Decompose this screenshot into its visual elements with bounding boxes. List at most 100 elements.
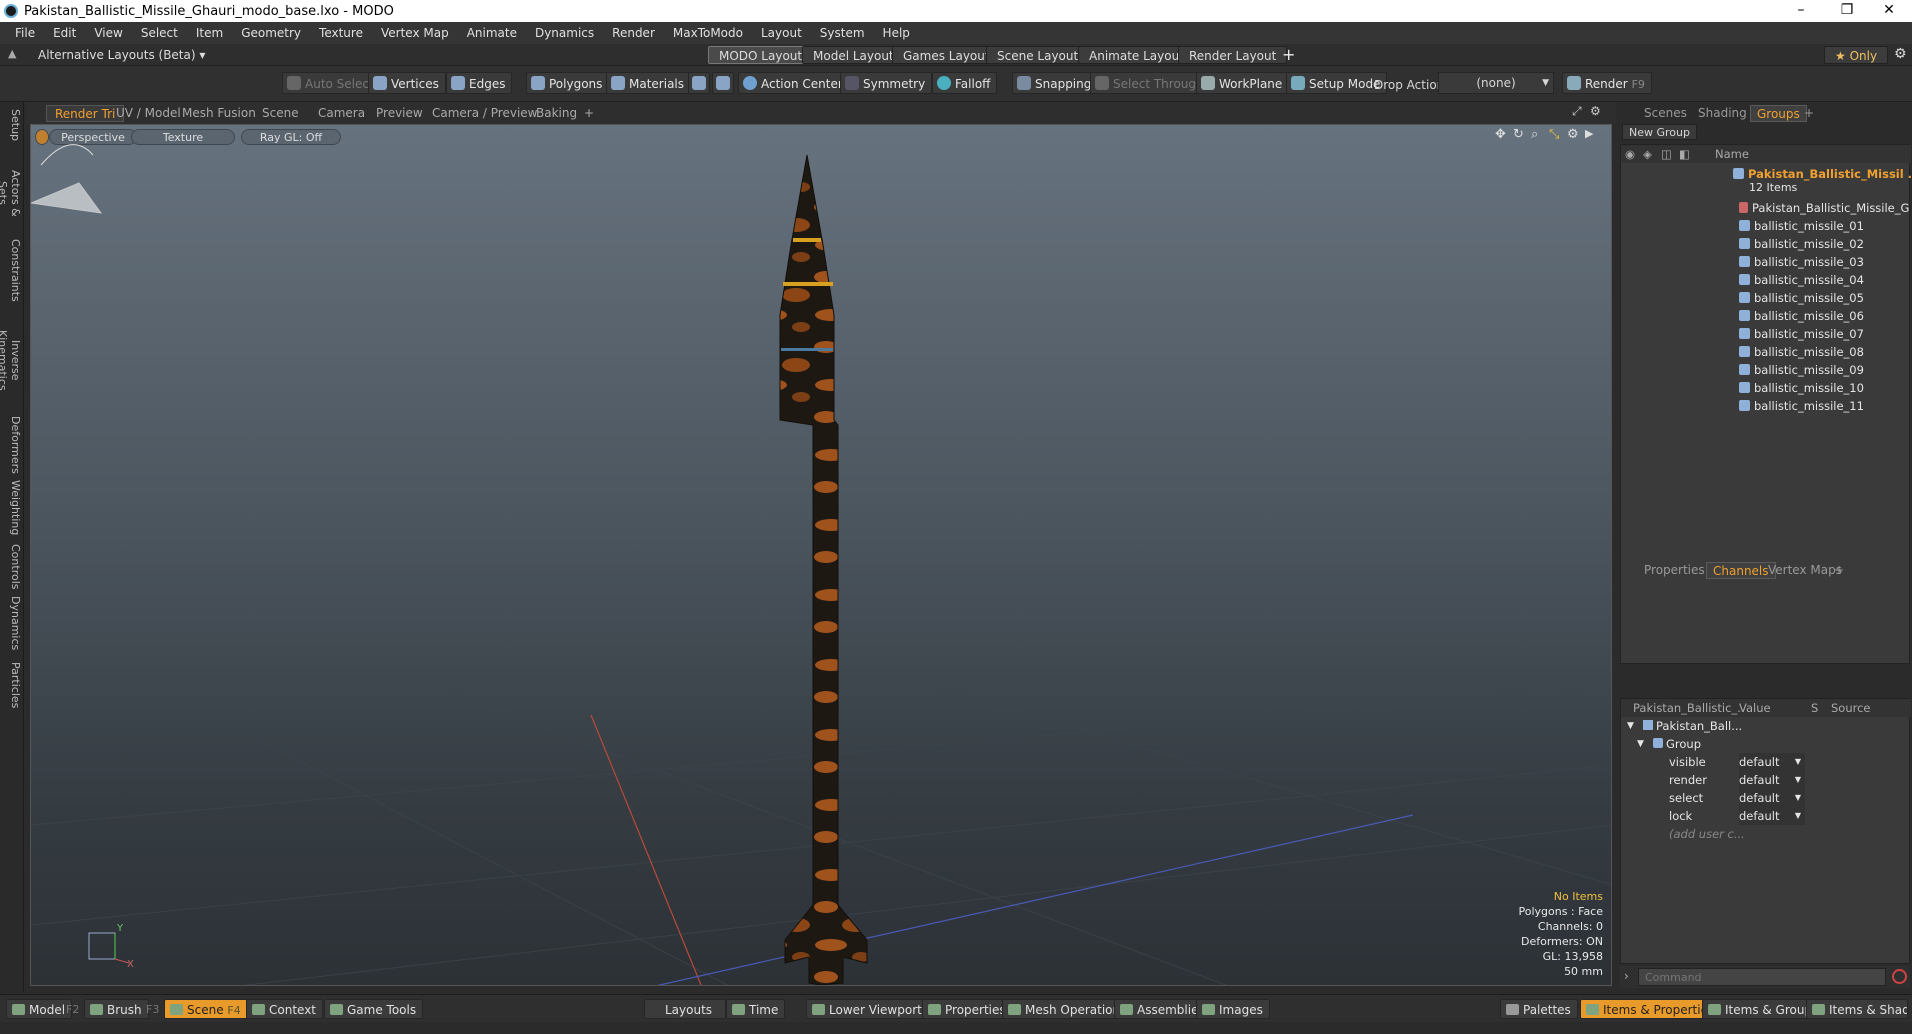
tab-games-layout[interactable]: Games Layout — [892, 46, 1001, 64]
menu-view[interactable]: View — [85, 26, 131, 40]
minimize-button[interactable]: – — [1778, 0, 1824, 22]
group-mesh-row[interactable]: ballistic_missile_04 — [1621, 271, 1911, 289]
tab-scenes[interactable]: Scenes — [1638, 105, 1693, 122]
vertices-button[interactable]: Vertices — [368, 72, 446, 94]
channel-row[interactable]: lock default ▼ — [1621, 807, 1911, 825]
add-user-channel-row[interactable]: (add user c... — [1621, 825, 1911, 843]
layout-selector[interactable]: Alternative Layouts (Beta) ▾ — [38, 48, 205, 62]
channel-row[interactable]: visible default ▼ — [1621, 753, 1911, 771]
group-mesh-row[interactable]: ballistic_missile_05 — [1621, 289, 1911, 307]
model-button[interactable]: Model — [6, 999, 73, 1019]
add-props-tab-button[interactable]: + — [1828, 562, 1850, 579]
value-column-header[interactable]: Value — [1739, 699, 1771, 717]
properties-button[interactable]: Properties — [922, 999, 1013, 1019]
group-mesh-row[interactable]: ballistic_missile_06 — [1621, 307, 1911, 325]
tab-shading[interactable]: Shading — [1692, 105, 1753, 122]
channel-row[interactable]: select default ▼ — [1621, 789, 1911, 807]
lower-viewports-button[interactable]: Lower Viewports — [806, 999, 936, 1019]
menu-animate[interactable]: Animate — [458, 26, 526, 40]
group-mesh-row[interactable]: ballistic_missile_11 — [1621, 397, 1911, 415]
lock-icon[interactable]: ◫ — [1661, 145, 1672, 163]
close-button[interactable]: ✕ — [1866, 0, 1912, 22]
add-viewport-tab-button[interactable]: + — [576, 105, 602, 122]
group-locator-row[interactable]: Pakistan_Ballistic_Missile_G ... — [1621, 199, 1912, 217]
select-through-button[interactable]: Select Through — [1090, 72, 1211, 94]
menu-geometry[interactable]: Geometry — [232, 26, 310, 40]
materials-button[interactable]: Materials — [606, 72, 692, 94]
tab-properties[interactable]: Properties — [1638, 562, 1711, 579]
tab-scene[interactable]: Scene — [254, 105, 307, 122]
images-button[interactable]: Images — [1196, 999, 1270, 1019]
tab-inverse-kinematics[interactable]: Inverse Kinematics — [0, 310, 22, 410]
items-properties-button[interactable]: Items & Properties — [1580, 999, 1722, 1019]
menu-render[interactable]: Render — [603, 26, 664, 40]
edges-button[interactable]: Edges — [446, 72, 513, 94]
item-column-header[interactable]: Pakistan_Ballistic_... — [1633, 699, 1741, 717]
new-group-button[interactable]: New Group — [1622, 124, 1697, 140]
menu-edit[interactable]: Edit — [44, 26, 85, 40]
snapping-button[interactable]: Snapping — [1012, 72, 1099, 94]
channel-value-select[interactable]: default ▼ — [1739, 771, 1805, 789]
menu-vertex-map[interactable]: Vertex Map — [372, 26, 458, 40]
only-button[interactable]: ★ Only — [1824, 46, 1889, 64]
channel-value-select[interactable]: default ▼ — [1739, 753, 1805, 771]
menu-select[interactable]: Select — [132, 26, 187, 40]
tab-camera[interactable]: Camera — [310, 105, 373, 122]
tab-setup[interactable]: Setup — [2, 108, 22, 142]
menu-maxtomodo[interactable]: MaxToModo — [664, 26, 752, 40]
action-center-button[interactable]: Action Center — [738, 72, 850, 94]
setup-mode-button[interactable]: Setup Mode — [1286, 72, 1388, 94]
maximize-viewport-icon[interactable]: ⤢ — [1572, 104, 1582, 119]
command-input[interactable] — [1638, 968, 1886, 986]
menu-layout[interactable]: Layout — [752, 26, 811, 40]
tab-dynamics[interactable]: Dynamics — [2, 596, 22, 650]
tab-actors-sets[interactable]: Actors & Sets — [0, 158, 22, 228]
expand-icon[interactable]: ▼ — [1637, 735, 1644, 753]
source-column-header[interactable]: Source — [1831, 699, 1871, 717]
group-mesh-row[interactable]: ballistic_missile_01 — [1621, 217, 1911, 235]
tab-preview[interactable]: Preview — [368, 105, 431, 122]
channel-group-row[interactable]: ▼ Group — [1621, 735, 1911, 753]
menu-help[interactable]: Help — [874, 26, 919, 40]
tab-constraints[interactable]: Constraints — [2, 238, 22, 302]
name-column-header[interactable]: Name — [1715, 145, 1749, 163]
scene-button[interactable]: Scene F4 — [164, 999, 248, 1019]
layouts-button[interactable]: Layouts — [644, 999, 726, 1019]
channel-row[interactable]: render default ▼ — [1621, 771, 1911, 789]
drop-action-select[interactable]: (none) ▼ — [1438, 72, 1554, 94]
add-layout-button[interactable]: + — [1282, 45, 1295, 64]
items-shading-button[interactable]: Items & Shading — [1806, 999, 1908, 1019]
tab-render-layout[interactable]: Render Layout — [1178, 46, 1288, 64]
add-panel-tab-button[interactable]: + — [1798, 105, 1820, 122]
menu-file[interactable]: File — [6, 26, 44, 40]
game-tools-button[interactable]: Game Tools — [324, 999, 424, 1019]
channel-value-select[interactable]: default ▼ — [1739, 807, 1805, 825]
render-button[interactable]: Render F9 — [1562, 72, 1652, 94]
channel-value-select[interactable]: default ▼ — [1739, 789, 1805, 807]
time-button[interactable]: Time — [726, 999, 786, 1019]
tab-mesh-fusion[interactable]: Mesh Fusion — [174, 105, 264, 122]
s-column-header[interactable]: S — [1811, 699, 1818, 717]
falloff-button[interactable]: Falloff — [932, 72, 998, 94]
group-mesh-row[interactable]: ballistic_missile_07 — [1621, 325, 1911, 343]
select-toggle-icon[interactable]: ◧ — [1679, 145, 1690, 163]
collapse-icon[interactable]: ▲ — [8, 47, 16, 60]
eye-icon[interactable]: ◉ — [1625, 145, 1635, 163]
palettes-button[interactable]: Palettes — [1500, 999, 1578, 1019]
expand-icon[interactable]: ▼ — [1627, 717, 1634, 735]
tab-scene-layout[interactable]: Scene Layout — [986, 46, 1090, 64]
record-icon[interactable] — [1892, 969, 1907, 984]
select-mode-button-2[interactable] — [712, 72, 734, 94]
tab-modo-layout[interactable]: MODO Layout — [708, 46, 814, 64]
auto-select-button[interactable]: Auto Select — [282, 72, 381, 94]
menu-system[interactable]: System — [811, 26, 874, 40]
tab-deformers[interactable]: Deformers — [2, 416, 22, 474]
tab-weighting[interactable]: Weighting — [2, 480, 22, 536]
3d-viewport[interactable]: Perspective Texture Ray GL: Off ✥ ↻ ⌕ ⤡ … — [30, 124, 1612, 986]
gear-icon[interactable]: ⚙ — [1894, 46, 1907, 62]
select-mode-button-1[interactable] — [688, 72, 710, 94]
group-mesh-row[interactable]: ballistic_missile_10 — [1621, 379, 1911, 397]
group-mesh-row[interactable]: ballistic_missile_03 — [1621, 253, 1911, 271]
group-mesh-row[interactable]: ballistic_missile_09 — [1621, 361, 1911, 379]
workplane-button[interactable]: WorkPlane — [1196, 72, 1290, 94]
